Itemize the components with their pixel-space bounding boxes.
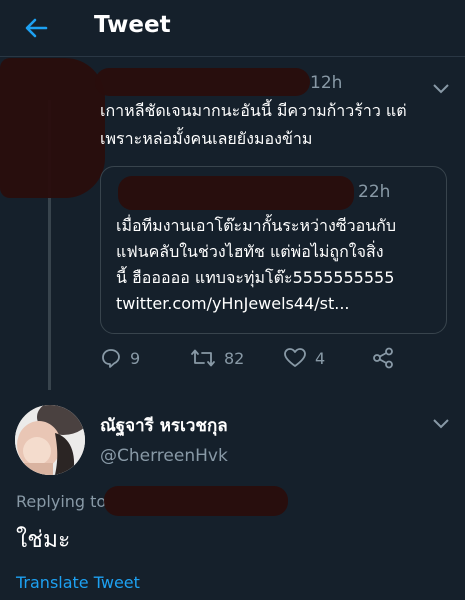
display-name[interactable]: ณัฐจารี หรเวชกุล (100, 412, 228, 439)
reply-text: ใช่มะ (16, 527, 71, 553)
quoted-link[interactable]: twitter.com/yHnJewels44/st... (116, 292, 441, 316)
retweet-icon (191, 349, 215, 367)
quoted-text-line: นี้ ฮือออออ แทบจะทุ่มโต๊ะ5555555555 (116, 268, 395, 287)
tweet-timestamp: 12h (310, 73, 343, 93)
like-button[interactable]: 4 (283, 347, 325, 369)
reply-count: 9 (130, 348, 141, 368)
avatar[interactable] (15, 405, 85, 475)
share-icon (373, 347, 393, 369)
heart-icon (284, 348, 306, 367)
retweet-button[interactable]: 82 (190, 347, 244, 369)
back-button[interactable] (22, 14, 50, 42)
tweet-text-line: เพราะหล่อมั้งคนเลยยังมองข้าม (100, 129, 313, 148)
translate-link[interactable]: Translate Tweet (16, 573, 140, 592)
replying-to-label: Replying to (16, 492, 107, 511)
redacted-avatar-and-name (0, 58, 105, 198)
redacted-quoted-author (118, 176, 354, 210)
retweet-count: 82 (224, 348, 245, 368)
tweet-actions: 9 82 4 (100, 347, 420, 377)
chevron-down-icon[interactable] (432, 83, 450, 95)
chevron-down-icon[interactable] (432, 418, 450, 430)
user-handle[interactable]: @CherreenHvk (100, 446, 228, 466)
share-button[interactable] (372, 347, 402, 369)
reply-icon (102, 349, 120, 368)
page-title: Tweet (94, 12, 171, 38)
reply-button[interactable]: 9 (100, 347, 140, 369)
like-count: 4 (315, 348, 326, 368)
top-bar: Tweet (0, 0, 465, 57)
redacted-username (95, 68, 310, 96)
profile-photo (15, 405, 85, 475)
arrow-left-icon (25, 18, 48, 38)
tweet-text-line: เกาหลีชัดเจนมากนะอันนี้ มีความก้าวร้าว แ… (100, 101, 407, 120)
quoted-timestamp: 22h (358, 182, 391, 202)
redacted-reply-target (104, 486, 288, 516)
quoted-text-line: แฟนคลับในช่วงไฮทัช แต่พ่อไม่ถูกใจสิ่ง (116, 242, 384, 261)
quoted-text: เมื่อทีมงานเอาโต๊ะมากั้นระหว่างซีวอนกับ … (116, 214, 441, 316)
quoted-text-line: เมื่อทีมงานเอาโต๊ะมากั้นระหว่างซีวอนกับ (116, 216, 396, 235)
